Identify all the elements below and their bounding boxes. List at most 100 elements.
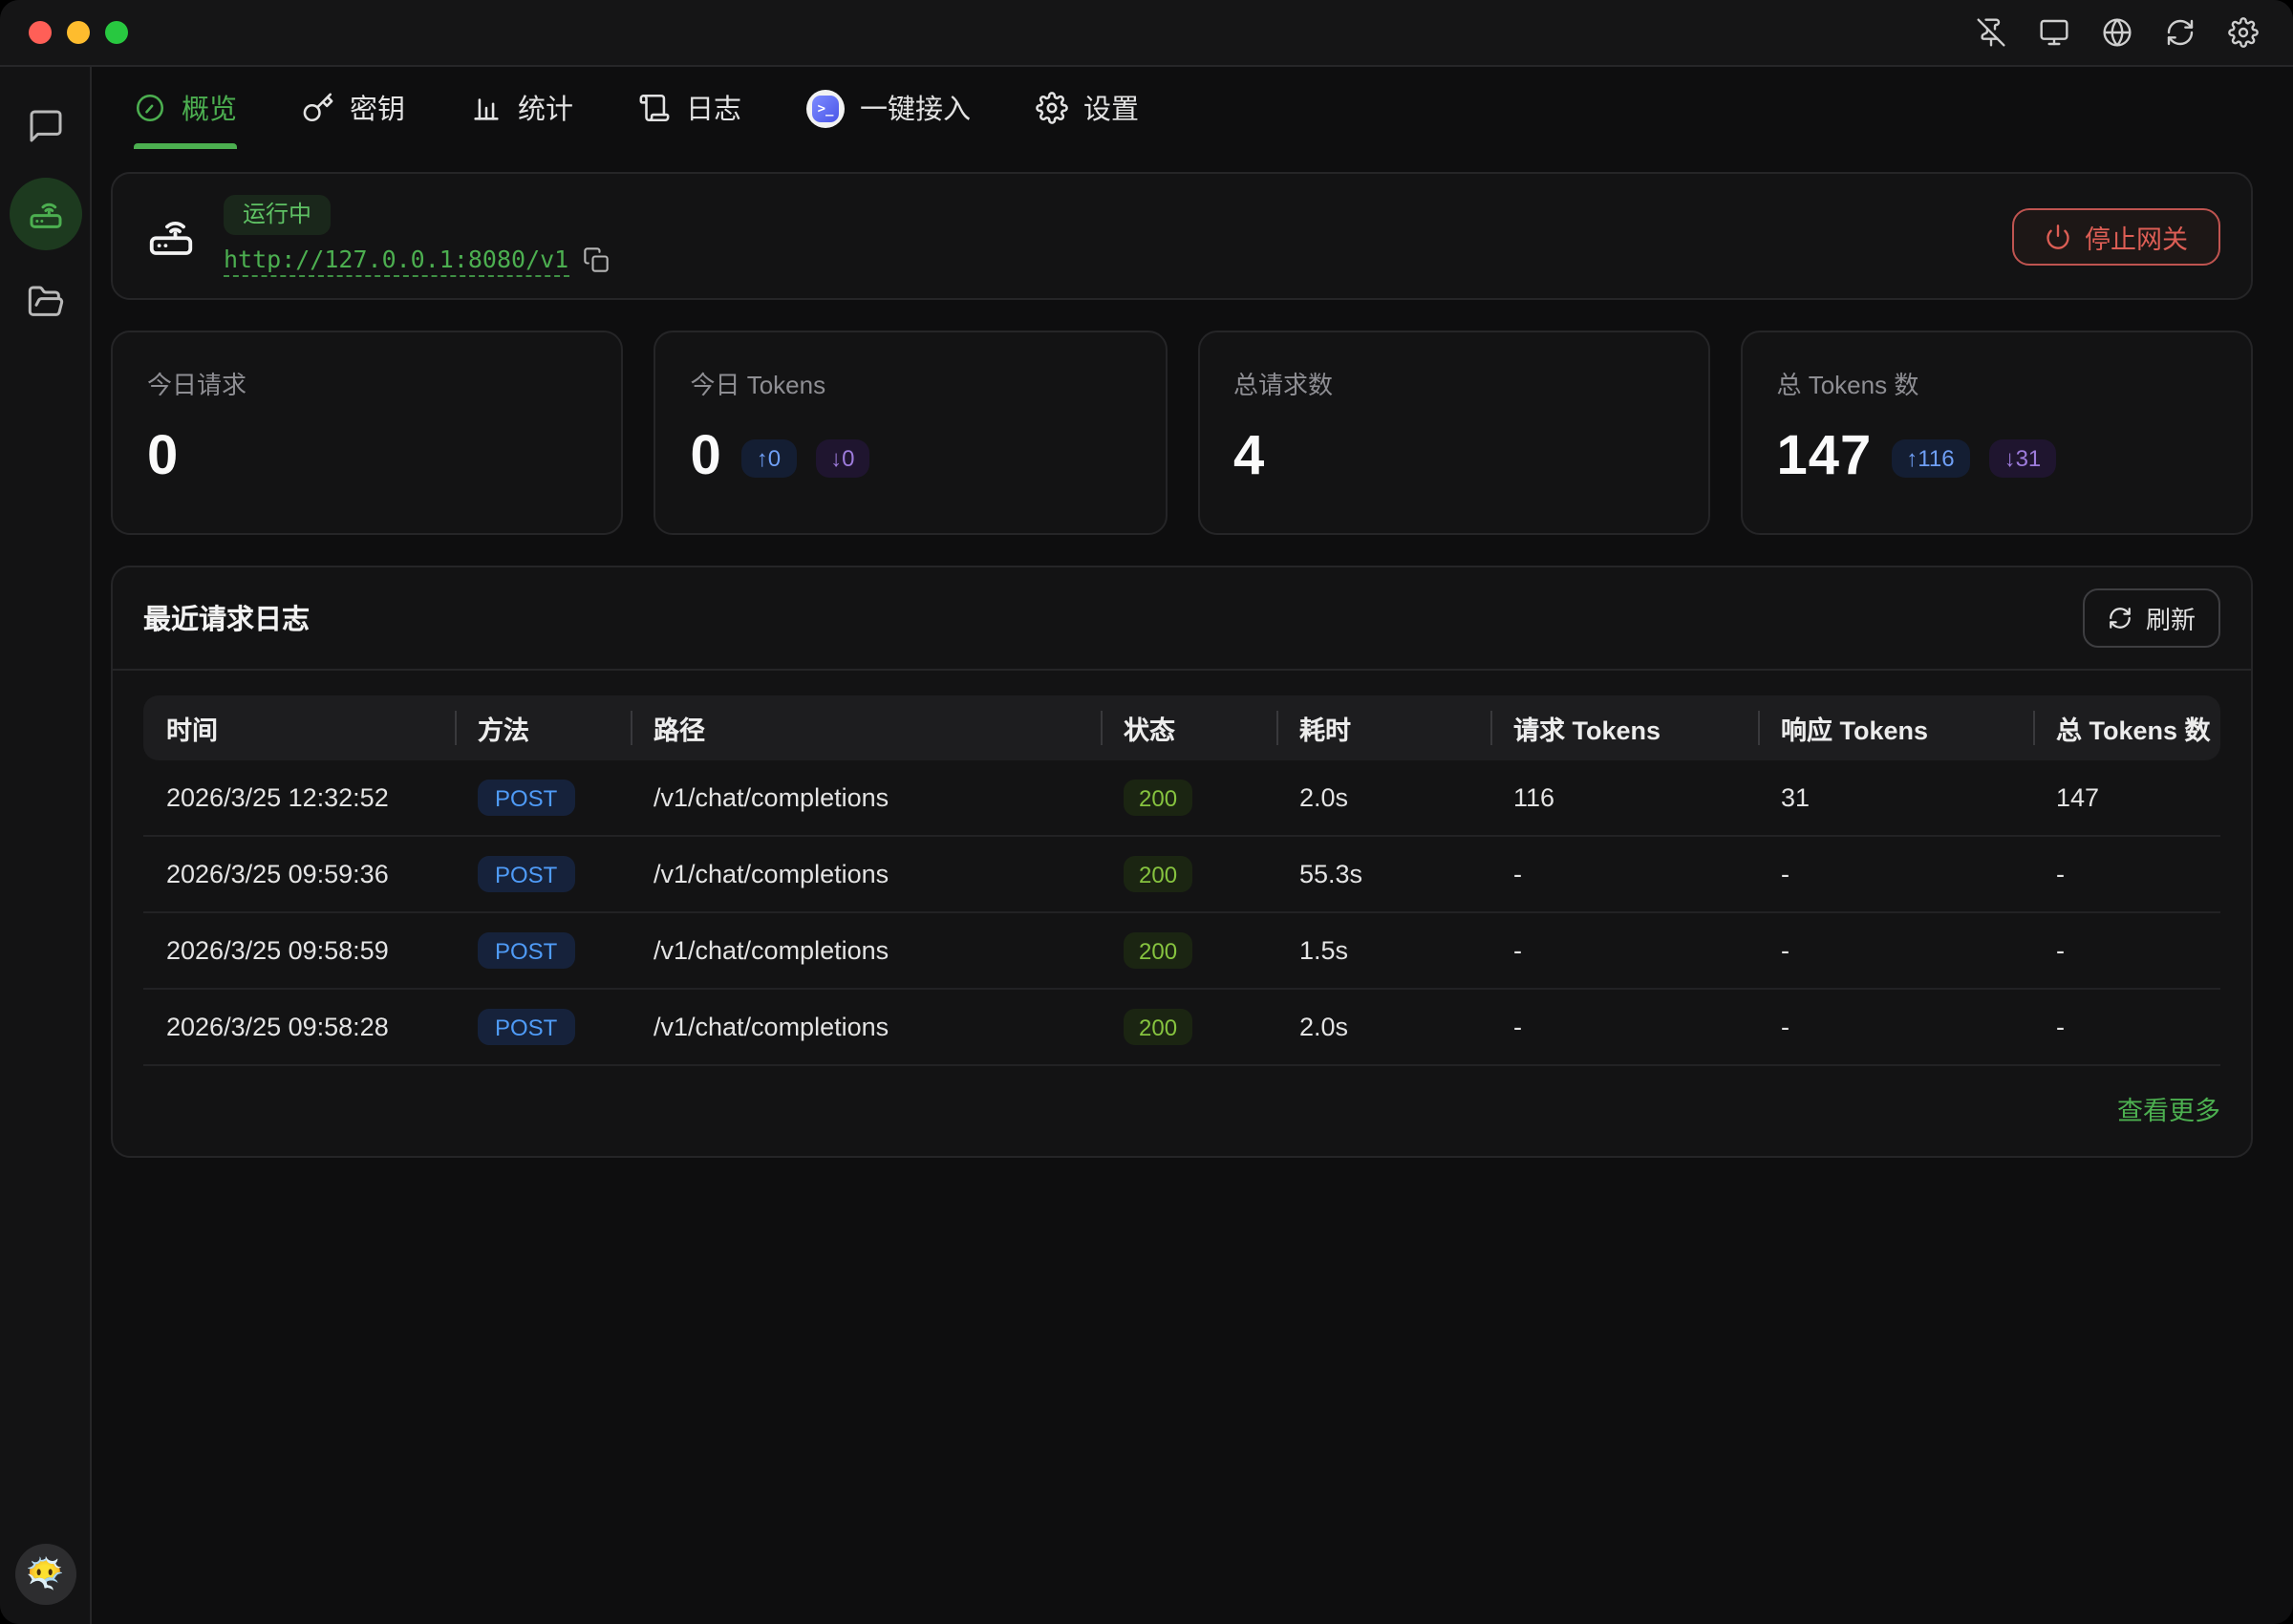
method-badge: POST	[478, 780, 574, 816]
refresh-logs-button[interactable]: 刷新	[2083, 588, 2220, 648]
log-time: 2026/3/25 09:58:59	[143, 936, 455, 965]
log-resp-tokens: -	[1758, 936, 2033, 965]
log-time: 2026/3/25 12:32:52	[143, 783, 455, 812]
log-total-tokens: -	[2033, 860, 2220, 888]
tab-label: 密钥	[350, 88, 405, 128]
tab-keys[interactable]: 密钥	[302, 67, 405, 149]
log-resp-tokens: -	[1758, 1013, 2033, 1041]
log-duration: 55.3s	[1276, 860, 1490, 888]
log-row[interactable]: 2026/3/25 09:59:36 POST /v1/chat/complet…	[143, 837, 2220, 913]
key-icon	[302, 92, 334, 124]
maximize-window-button[interactable]	[105, 21, 128, 44]
bar-chart-icon	[470, 92, 503, 124]
stat-label: 总请求数	[1233, 365, 1674, 401]
titlebar-actions	[1976, 17, 2259, 48]
copy-url-button[interactable]	[582, 246, 609, 273]
stat-value: 147	[1777, 426, 1873, 489]
stop-gateway-button[interactable]: 停止网关	[2012, 207, 2220, 265]
stat-cards: 今日请求 0 今日 Tokens 0 ↑0 ↓0	[111, 331, 2253, 535]
sidebar-item-files[interactable]	[11, 267, 79, 336]
gateway-router-icon	[26, 195, 64, 233]
method-badge: POST	[478, 932, 574, 969]
log-row[interactable]: 2026/3/25 09:58:28 POST /v1/chat/complet…	[143, 990, 2220, 1066]
log-total-tokens: -	[2033, 936, 2220, 965]
tab-logs[interactable]: 日志	[638, 67, 741, 149]
log-resp-tokens: 31	[1758, 783, 2033, 812]
stat-label: 今日请求	[147, 365, 588, 401]
close-window-button[interactable]	[29, 21, 52, 44]
log-duration: 2.0s	[1276, 783, 1490, 812]
log-time: 2026/3/25 09:58:28	[143, 1013, 455, 1041]
gauge-icon	[134, 92, 166, 124]
pin-off-icon[interactable]	[1976, 17, 2006, 48]
sidebar-item-gateway[interactable]	[9, 178, 81, 250]
logs-table: 时间 方法 路径 状态 耗时 请求 Tokens 响应 Tokens 总 Tok…	[113, 671, 2251, 1066]
globe-icon[interactable]	[2102, 17, 2132, 48]
tab-label: 日志	[686, 88, 741, 128]
tokens-down-badge: ↓31	[1989, 438, 2057, 477]
sidebar-item-chat[interactable]	[11, 92, 79, 160]
log-row[interactable]: 2026/3/25 12:32:52 POST /v1/chat/complet…	[143, 760, 2220, 837]
stat-label: 总 Tokens 数	[1777, 365, 2218, 401]
gateway-url-link[interactable]: http://127.0.0.1:8080/v1	[224, 244, 568, 276]
main-area: 概览 密钥 统计 日志 >_ 一键接入	[92, 67, 2293, 1624]
status-code-badge: 200	[1124, 856, 1192, 892]
log-total-tokens: 147	[2033, 783, 2220, 812]
app-window: 😶‍🌫️ 概览 密钥 统计	[0, 0, 2293, 1624]
traffic-lights	[29, 21, 128, 44]
stat-label: 今日 Tokens	[691, 365, 1131, 401]
monitor-icon[interactable]	[2039, 17, 2069, 48]
stat-value: 0	[147, 426, 179, 489]
log-req-tokens: -	[1490, 860, 1758, 888]
folder-open-icon	[26, 283, 64, 321]
refresh-label: 刷新	[2146, 600, 2196, 636]
tab-stats[interactable]: 统计	[470, 67, 573, 149]
col-total-tokens: 总 Tokens 数	[2033, 695, 2220, 760]
log-path: /v1/chat/completions	[631, 860, 1101, 888]
col-method: 方法	[455, 695, 631, 760]
copy-icon	[582, 246, 609, 273]
settings-icon[interactable]	[2228, 17, 2259, 48]
log-resp-tokens: -	[1758, 860, 2033, 888]
log-row[interactable]: 2026/3/25 09:58:59 POST /v1/chat/complet…	[143, 913, 2220, 990]
col-resp-tokens: 响应 Tokens	[1758, 695, 2033, 760]
col-path: 路径	[631, 695, 1101, 760]
stat-card-total-requests: 总请求数 4	[1197, 331, 1710, 535]
tab-label: 设置	[1083, 88, 1139, 128]
log-duration: 1.5s	[1276, 936, 1490, 965]
quick-connect-logo-icon: >_	[806, 89, 845, 127]
tab-label: 概览	[182, 88, 237, 128]
col-req-tokens: 请求 Tokens	[1490, 695, 1758, 760]
col-time: 时间	[143, 695, 455, 760]
method-badge: POST	[478, 856, 574, 892]
log-req-tokens: -	[1490, 1013, 1758, 1041]
stat-card-today-requests: 今日请求 0	[111, 331, 624, 535]
user-avatar[interactable]: 😶‍🌫️	[14, 1544, 75, 1605]
tokens-down-badge: ↓0	[815, 438, 869, 477]
titlebar	[0, 0, 2293, 67]
status-code-badge: 200	[1124, 932, 1192, 969]
tab-label: 统计	[518, 88, 573, 128]
minimize-window-button[interactable]	[67, 21, 90, 44]
overview-content: 运行中 http://127.0.0.1:8080/v1 停止网关	[92, 149, 2293, 1624]
log-total-tokens: -	[2033, 1013, 2220, 1041]
tab-overview[interactable]: 概览	[134, 67, 237, 149]
tab-quick-connect[interactable]: >_ 一键接入	[806, 67, 971, 149]
tab-settings[interactable]: 设置	[1036, 67, 1139, 149]
status-code-badge: 200	[1124, 780, 1192, 816]
recent-logs-panel: 最近请求日志 刷新 时间 方法 路径 状态 耗时	[111, 566, 2253, 1158]
view-more-link[interactable]: 查看更多	[2117, 1097, 2220, 1125]
stat-value: 0	[691, 426, 722, 489]
log-duration: 2.0s	[1276, 1013, 1490, 1041]
status-code-badge: 200	[1124, 1009, 1192, 1045]
avatar-emoji: 😶‍🌫️	[26, 1555, 64, 1593]
tokens-up-badge: ↑0	[741, 438, 796, 477]
method-badge: POST	[478, 1009, 574, 1045]
screen: 😶‍🌫️ 概览 密钥 统计	[0, 0, 2293, 1624]
stop-gateway-label: 停止网关	[2085, 217, 2188, 255]
refresh-icon[interactable]	[2165, 17, 2196, 48]
col-status: 状态	[1101, 695, 1276, 760]
stat-card-total-tokens: 总 Tokens 数 147 ↑116 ↓31	[1741, 331, 2254, 535]
stat-value: 4	[1233, 426, 1265, 489]
gateway-status-panel: 运行中 http://127.0.0.1:8080/v1 停止网关	[111, 172, 2253, 300]
